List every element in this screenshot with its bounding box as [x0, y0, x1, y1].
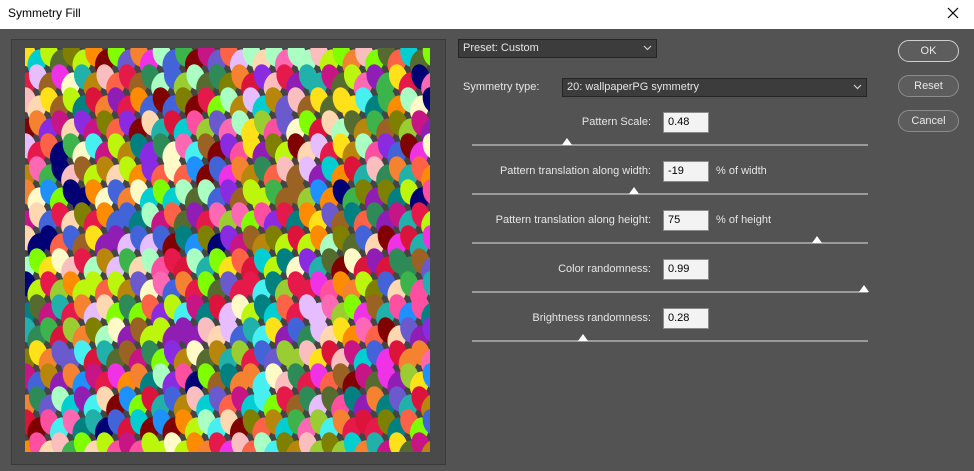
- brightness-randomness-thumb[interactable]: [577, 334, 588, 341]
- pattern-scale-label: Pattern Scale:: [581, 116, 651, 128]
- reset-button[interactable]: Reset: [898, 75, 959, 97]
- symmetry-type-label: Symmetry type:: [463, 81, 540, 93]
- symmetry-type-dropdown[interactable]: 20: wallpaperPG symmetry: [562, 78, 867, 97]
- pattern-scale-thumb[interactable]: [562, 138, 573, 145]
- translation-height-unit: % of height: [716, 214, 772, 226]
- chevron-down-icon: [853, 84, 862, 90]
- chevron-down-icon: [643, 45, 652, 51]
- color-randomness-field[interactable]: 0.99: [663, 259, 709, 280]
- title-bar: Symmetry Fill: [0, 0, 974, 29]
- translation-height-slider[interactable]: [472, 236, 868, 244]
- symmetry-type-value: 20: wallpaperPG symmetry: [567, 81, 700, 93]
- color-randomness-thumb[interactable]: [859, 285, 870, 292]
- color-randomness-slider[interactable]: [472, 285, 870, 293]
- pattern-preview: [25, 48, 430, 452]
- brightness-randomness-label: Brightness randomness:: [532, 312, 651, 324]
- translation-width-slider[interactable]: [472, 187, 868, 195]
- preset-dropdown[interactable]: Preset: Custom: [458, 39, 657, 58]
- cancel-button[interactable]: Cancel: [898, 110, 959, 132]
- window-title: Symmetry Fill: [8, 6, 81, 20]
- translation-height-field[interactable]: 75: [663, 210, 709, 231]
- preset-label: Preset: Custom: [463, 42, 539, 54]
- pattern-scale-field[interactable]: 0.48: [663, 112, 709, 133]
- close-icon[interactable]: [944, 4, 962, 22]
- translation-width-thumb[interactable]: [629, 187, 640, 194]
- translation-width-unit: % of width: [716, 165, 767, 177]
- translation-height-label: Pattern translation along height:: [495, 214, 651, 226]
- brightness-randomness-slider[interactable]: [472, 334, 868, 342]
- pattern-scale-slider[interactable]: [472, 138, 868, 146]
- translation-width-field[interactable]: -19: [663, 161, 709, 182]
- ok-button[interactable]: OK: [898, 40, 959, 62]
- color-randomness-label: Color randomness:: [558, 263, 651, 275]
- translation-height-thumb[interactable]: [811, 236, 822, 243]
- brightness-randomness-field[interactable]: 0.28: [663, 308, 709, 329]
- translation-width-label: Pattern translation along width:: [499, 165, 651, 177]
